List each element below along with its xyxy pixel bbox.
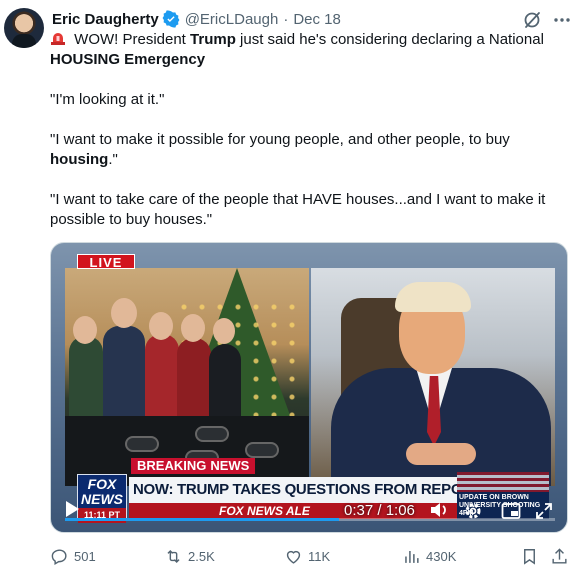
views-count: 430K xyxy=(426,548,457,564)
tweet-paragraph-1: WOW! President Trump just said he's cons… xyxy=(50,30,566,70)
news-label: NEWS xyxy=(210,458,256,474)
text-bold-housing-emergency: HOUSING Emergency xyxy=(50,51,206,68)
speaker-hands xyxy=(406,443,476,465)
tweet-paragraph-2: "I'm looking at it." xyxy=(50,91,165,108)
fullscreen-icon[interactable] xyxy=(535,502,553,520)
camera-lens xyxy=(245,442,279,458)
tweet-date[interactable]: Dec 18 xyxy=(293,11,341,28)
play-icon[interactable] xyxy=(63,499,81,519)
repost-icon xyxy=(167,549,180,563)
text-segment: "I want to make it possible for young pe… xyxy=(50,131,510,148)
chyron-headline: NOW: TRUMP TAKES QUESTIONS FROM REPORTER… xyxy=(129,477,457,503)
live-badge: LIVE xyxy=(77,254,135,270)
picture-in-picture-icon[interactable] xyxy=(501,502,521,520)
views-icon xyxy=(405,550,419,563)
verified-badge-icon[interactable] xyxy=(162,10,180,28)
reply-button[interactable]: 501 xyxy=(50,544,96,568)
header-separator: · xyxy=(283,10,289,28)
text-segment: ." xyxy=(108,151,118,168)
text-bold-trump: Trump xyxy=(190,31,236,48)
channel-logo-line2: NEWS xyxy=(81,491,123,507)
tweet-paragraph-3: "I want to make it possible for young pe… xyxy=(50,130,566,170)
camera-lens xyxy=(125,436,159,452)
speaker-hair xyxy=(395,282,471,312)
reporter-head xyxy=(213,318,235,344)
volume-icon[interactable] xyxy=(429,501,449,519)
bookmark-icon xyxy=(524,548,535,565)
tweet-card[interactable]: Eric Daugherty @EricLDaugh · Dec 18 WOW!… xyxy=(0,0,576,571)
reporter-head xyxy=(111,298,137,328)
flag-graphic xyxy=(457,472,549,492)
avatar[interactable] xyxy=(4,8,44,48)
share-icon xyxy=(552,547,567,564)
share-button[interactable] xyxy=(550,544,574,568)
bookmark-button[interactable] xyxy=(520,544,544,568)
action-bar: 501 2.5K 11K 430K xyxy=(50,544,572,568)
tweet-text: WOW! President Trump just said he's cons… xyxy=(50,30,566,230)
video-right-pane xyxy=(311,268,555,486)
text-segment: just said he's considering declaring a N… xyxy=(235,31,544,48)
views-button[interactable]: 430K xyxy=(402,544,456,568)
tweet-header: Eric Daugherty @EricLDaugh · Dec 18 xyxy=(52,9,341,29)
grok-icon[interactable] xyxy=(522,10,542,30)
breaking-label: BREAKING xyxy=(131,458,211,474)
reply-count: 501 xyxy=(74,548,96,564)
camera-lens xyxy=(195,426,229,442)
breaking-news-banner: BREAKING NEWS xyxy=(131,458,256,474)
like-count: 11K xyxy=(308,548,331,564)
siren-icon xyxy=(50,30,66,46)
author-name[interactable]: Eric Daugherty xyxy=(52,11,159,28)
reply-icon xyxy=(51,548,67,565)
reporter-head xyxy=(73,316,97,344)
more-icon[interactable] xyxy=(552,10,572,30)
author-handle[interactable]: @EricLDaugh xyxy=(185,11,279,28)
channel-logo: FOX NEWS 11:11 PT xyxy=(77,474,127,523)
channel-logo-line1: FOX xyxy=(87,476,117,492)
video-player[interactable]: LIVE BREAKING NEWS FOX NEWS 11:11 PT NOW… xyxy=(50,242,568,533)
video-time: 0:37 / 1:06 xyxy=(344,502,415,519)
text-bold-housing: housing xyxy=(50,151,109,168)
like-button[interactable]: 11K xyxy=(284,544,330,568)
text-segment: WOW! President xyxy=(70,31,191,48)
tweet-paragraph-4: "I want to take care of the people that … xyxy=(50,191,546,228)
reporter-head xyxy=(181,314,205,342)
video-left-pane xyxy=(65,268,309,486)
progress-fill[interactable] xyxy=(65,518,339,521)
reporter-head xyxy=(149,312,173,340)
repost-count: 2.5K xyxy=(188,548,215,564)
like-icon xyxy=(286,550,301,564)
repost-button[interactable]: 2.5K xyxy=(164,544,215,568)
settings-gear-icon[interactable] xyxy=(463,501,483,521)
